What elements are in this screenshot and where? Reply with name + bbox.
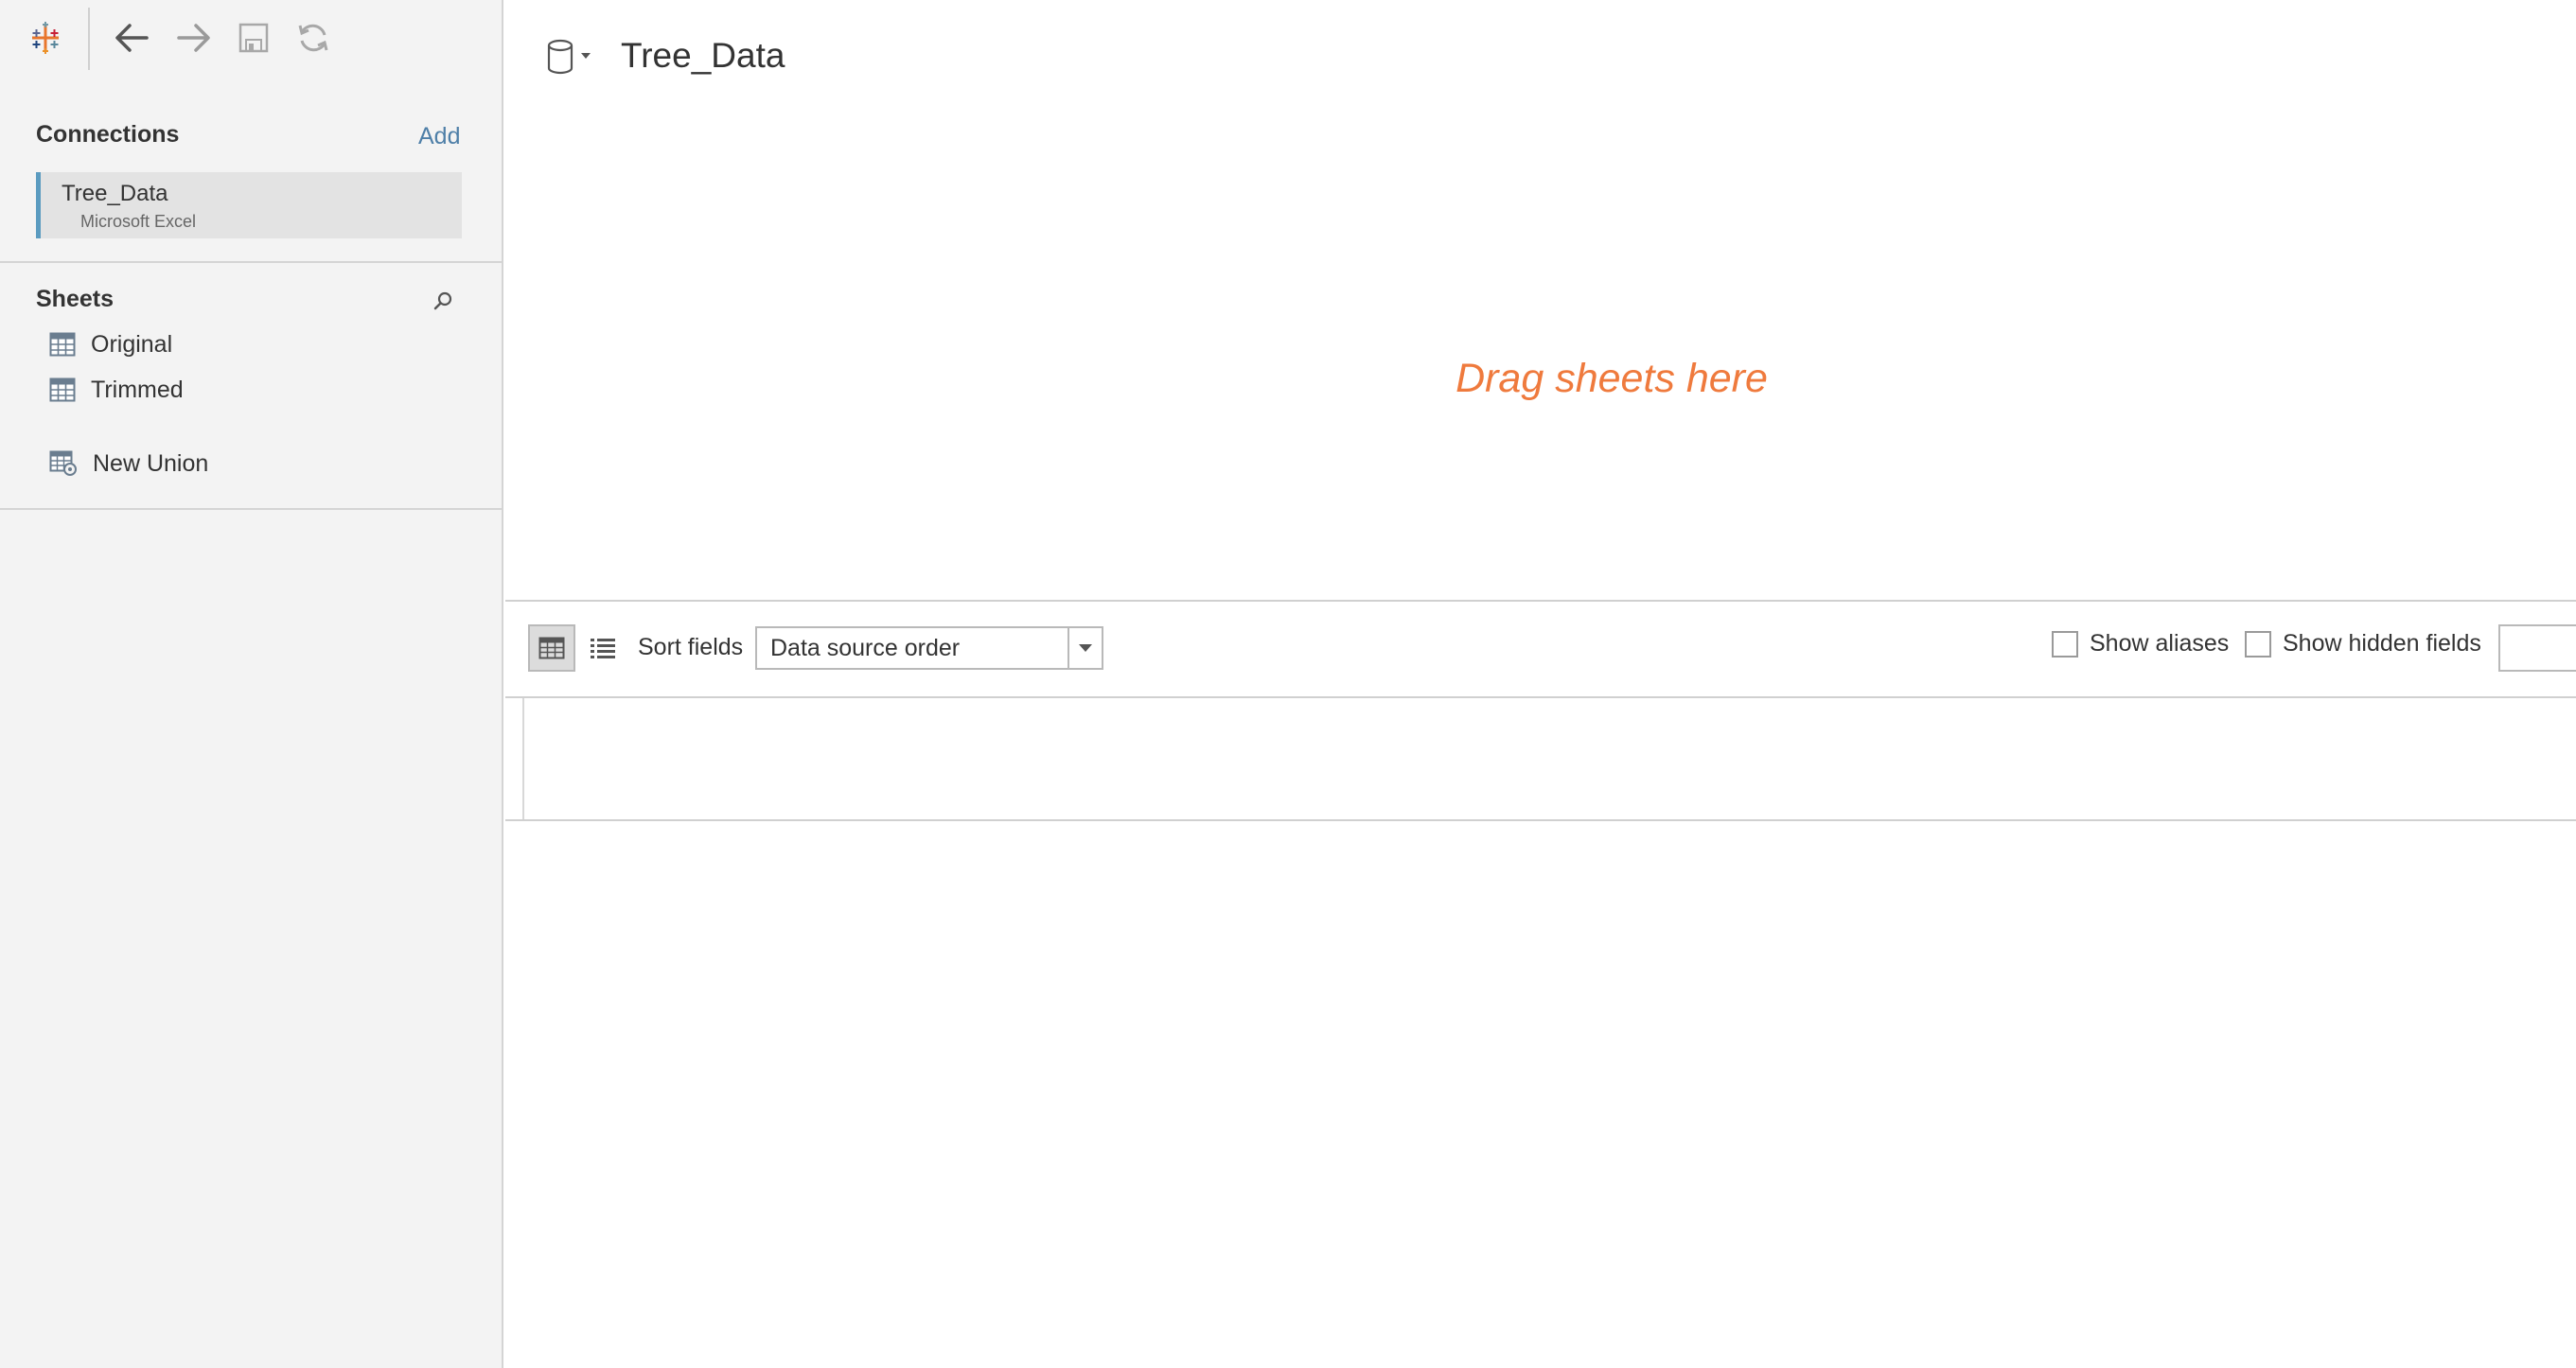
datasource-title[interactable]: Tree_Data bbox=[621, 36, 785, 76]
table-icon bbox=[49, 377, 76, 402]
grid-left-border bbox=[522, 698, 524, 821]
toolbar-separator bbox=[88, 8, 90, 70]
grid-view-button[interactable] bbox=[528, 624, 575, 672]
tableau-logo-icon[interactable] bbox=[25, 19, 66, 57]
show-aliases-label: Show aliases bbox=[2090, 630, 2230, 657]
forward-arrow-icon[interactable] bbox=[170, 17, 218, 59]
refresh-icon[interactable] bbox=[291, 17, 335, 59]
sheet-label: Original bbox=[91, 330, 173, 358]
sheet-item-original[interactable]: Original bbox=[49, 326, 172, 362]
sort-fields-select[interactable]: Data source order bbox=[755, 626, 1103, 670]
show-hidden-fields-label: Show hidden fields bbox=[2283, 630, 2481, 657]
add-connection-link[interactable]: Add bbox=[418, 123, 460, 150]
sort-fields-label: Sort fields bbox=[638, 634, 744, 660]
sort-fields-value: Data source order bbox=[770, 634, 961, 661]
sidebar-divider bbox=[0, 508, 502, 510]
main-canvas: Tree_Data Drag sheets here Sort fields D… bbox=[505, 0, 2576, 1368]
app-window: Connections Add Tree_Data Microsoft Exce… bbox=[0, 0, 2576, 1368]
table-icon bbox=[49, 332, 76, 357]
show-aliases-checkbox[interactable] bbox=[2052, 630, 2078, 658]
data-grid[interactable] bbox=[505, 698, 2576, 821]
show-hidden-fields-checkbox[interactable] bbox=[2245, 630, 2271, 658]
union-icon bbox=[49, 450, 77, 476]
list-view-icon bbox=[591, 639, 615, 658]
connection-type: Microsoft Excel bbox=[80, 212, 197, 231]
grid-view-icon bbox=[538, 637, 565, 659]
search-sheets-icon[interactable] bbox=[428, 286, 458, 316]
new-union-label: New Union bbox=[93, 449, 209, 477]
top-toolbar bbox=[0, 0, 502, 74]
save-icon[interactable] bbox=[233, 17, 274, 59]
list-view-button[interactable] bbox=[579, 624, 626, 672]
chevron-down-icon[interactable] bbox=[1067, 628, 1102, 668]
sheets-heading: Sheets bbox=[36, 286, 114, 312]
field-search-input[interactable] bbox=[2498, 624, 2576, 672]
grid-bottom-border bbox=[505, 819, 2576, 821]
back-arrow-icon[interactable] bbox=[108, 17, 155, 59]
connections-heading: Connections bbox=[36, 121, 180, 148]
left-sidebar: Connections Add Tree_Data Microsoft Exce… bbox=[0, 0, 503, 1368]
sheet-label: Trimmed bbox=[91, 376, 184, 403]
drag-sheets-hint: Drag sheets here bbox=[1456, 356, 1768, 401]
sheet-item-trimmed[interactable]: Trimmed bbox=[49, 372, 184, 408]
connection-item-tree-data[interactable]: Tree_Data Microsoft Excel bbox=[36, 172, 462, 238]
sidebar-divider bbox=[0, 261, 502, 263]
show-aliases-toggle[interactable]: Show aliases bbox=[2052, 630, 2229, 658]
datasource-menu-button[interactable] bbox=[545, 38, 598, 80]
connection-name: Tree_Data bbox=[62, 181, 168, 206]
new-union-item[interactable]: New Union bbox=[49, 446, 208, 482]
canvas-divider bbox=[505, 600, 2576, 602]
show-hidden-fields-toggle[interactable]: Show hidden fields bbox=[2245, 630, 2481, 658]
